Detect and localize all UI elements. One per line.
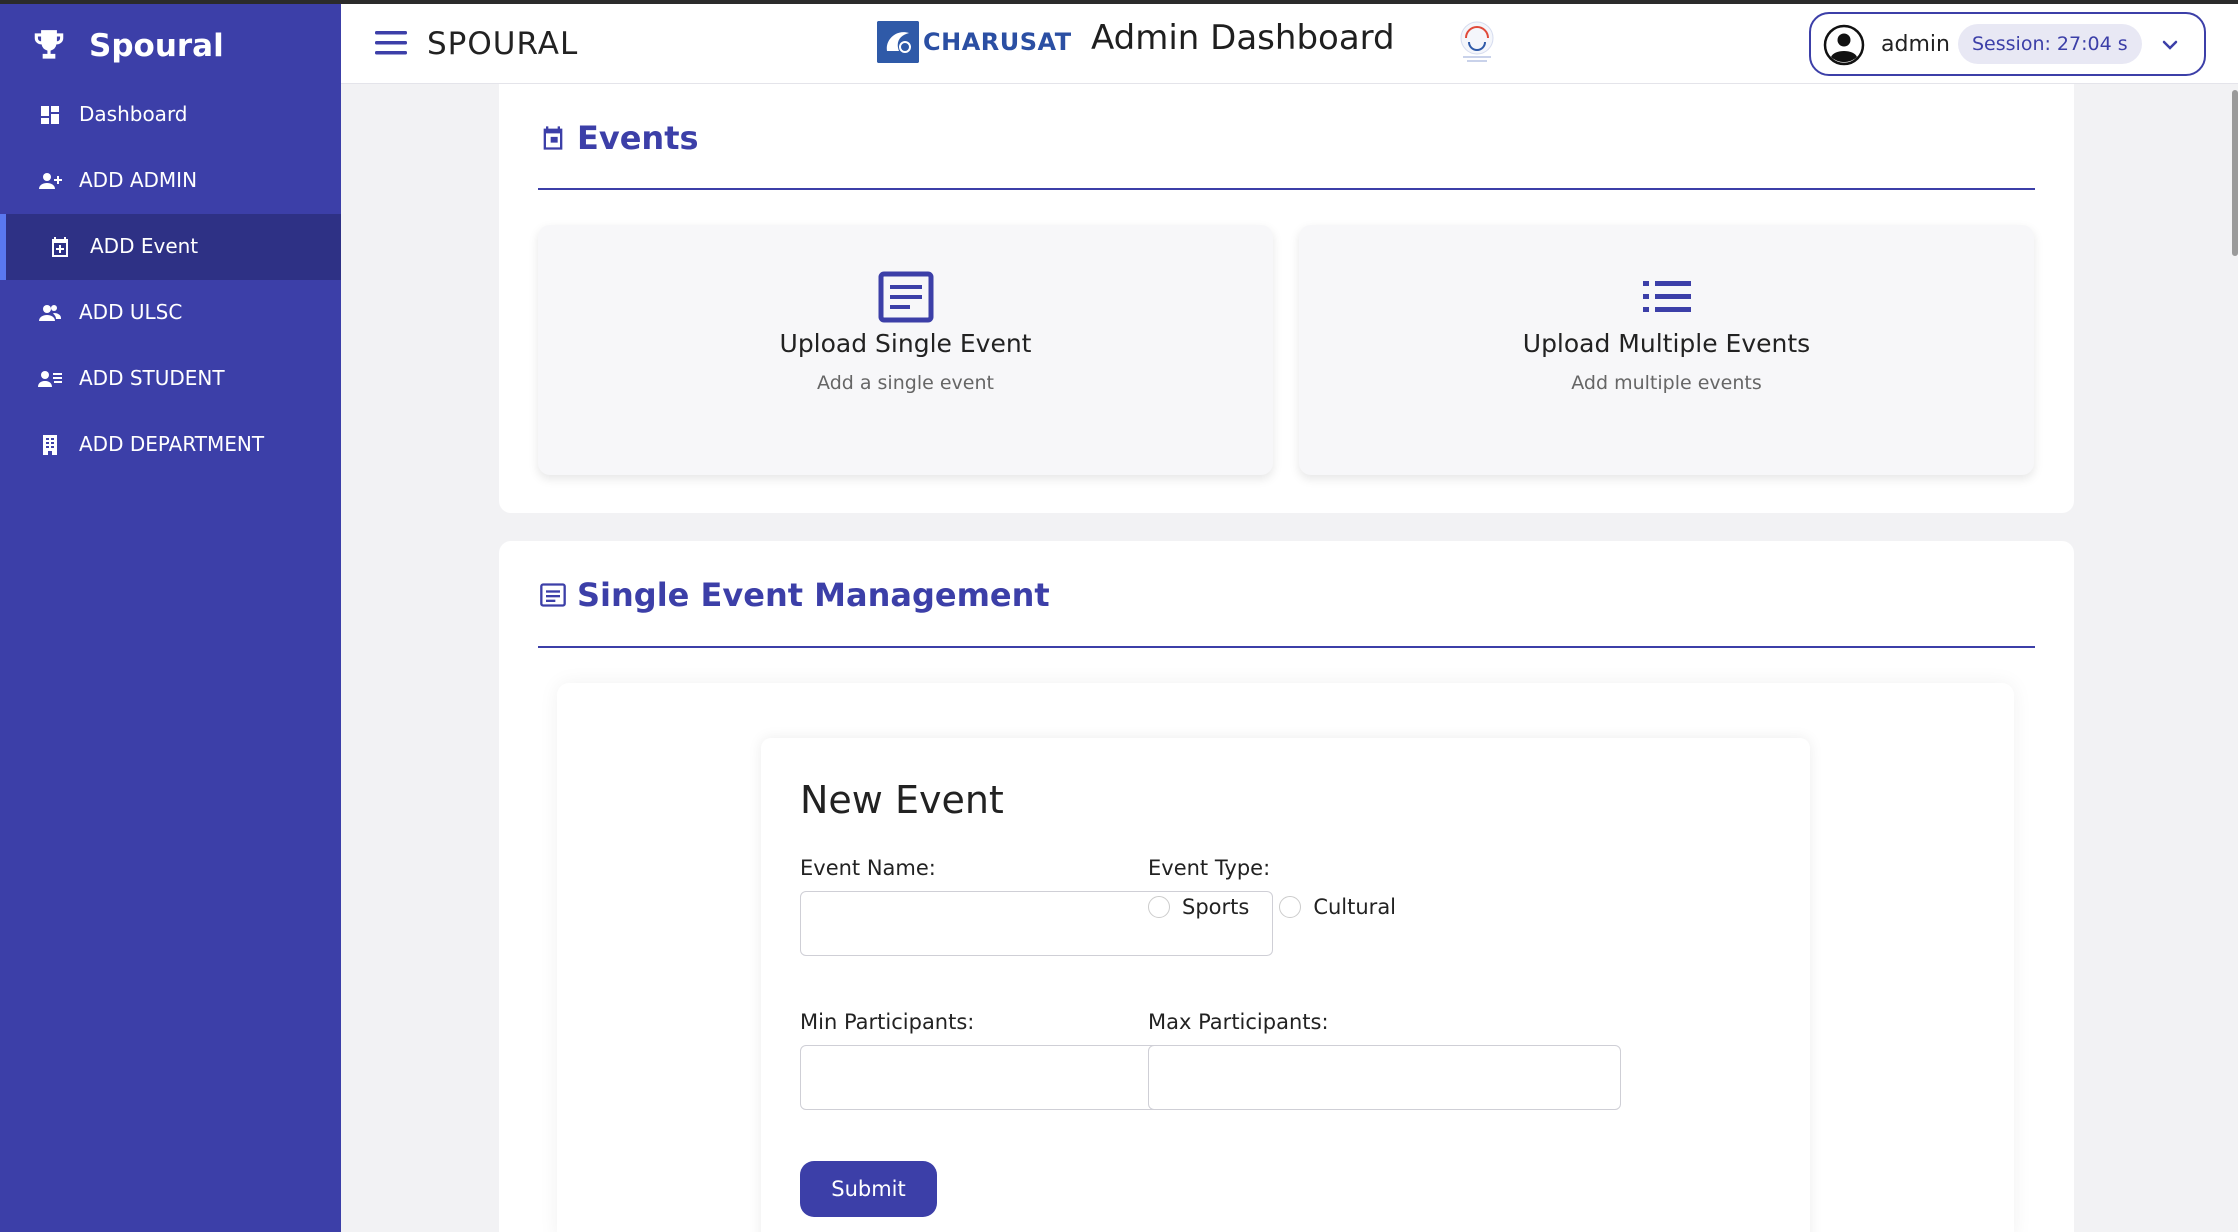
menu-icon[interactable] xyxy=(375,30,407,56)
sidebar-item-add-admin[interactable]: ADD ADMIN xyxy=(0,148,341,214)
list-icon xyxy=(1642,281,1691,312)
dashboard-icon xyxy=(41,106,59,124)
chevron-down-icon[interactable] xyxy=(2161,36,2179,54)
page-title: Admin Dashboard xyxy=(1091,18,1395,58)
article-icon xyxy=(540,583,566,607)
submit-button[interactable]: Submit xyxy=(800,1161,937,1217)
person-list-icon xyxy=(38,371,62,387)
option-subtitle: Add a single event xyxy=(817,372,994,394)
avatar-icon xyxy=(1823,24,1865,66)
user-menu[interactable]: admin Session: 27:04 s xyxy=(1809,12,2206,76)
ulsc-logo-icon xyxy=(1460,21,1494,62)
article-icon xyxy=(878,271,933,323)
top-header: SPOURAL CHARUSAT Admin Dashboard admin S… xyxy=(341,4,2238,84)
sidebar-item-label: ADD ADMIN xyxy=(79,168,198,192)
upload-multiple-events-option[interactable]: Upload Multiple Events Add multiple even… xyxy=(1299,225,2034,475)
sports-radio-label[interactable]: Sports xyxy=(1182,895,1249,919)
form-title: New Event xyxy=(800,778,1004,822)
single-event-management-card: Single Event Management New Event Event … xyxy=(499,541,2074,1232)
group-icon xyxy=(39,305,61,321)
brand-name: Spoural xyxy=(89,28,224,64)
events-title: Events xyxy=(577,119,699,157)
charusat-text: CHARUSAT xyxy=(923,28,1072,56)
upload-single-event-option[interactable]: Upload Single Event Add a single event xyxy=(538,225,1273,475)
charusat-logo: CHARUSAT xyxy=(877,21,1072,63)
form-container: New Event Event Name: Event Type: Sports… xyxy=(557,683,2014,1232)
event-type-radio-group: Sports Cultural xyxy=(1148,895,1426,919)
calendar-icon xyxy=(543,126,563,150)
calendar-add-icon xyxy=(52,237,68,257)
sidebar-item-add-student[interactable]: ADD STUDENT xyxy=(0,346,341,412)
sidebar-item-label: ADD STUDENT xyxy=(79,366,225,390)
sidebar-item-label: Dashboard xyxy=(79,102,188,126)
event-name-label: Event Name: xyxy=(800,856,936,880)
sidebar-item-add-ulsc[interactable]: ADD ULSC xyxy=(0,280,341,346)
sidebar-item-label: ADD ULSC xyxy=(79,300,183,324)
sidebar-item-add-department[interactable]: ADD DEPARTMENT xyxy=(0,412,341,478)
management-heading: Single Event Management xyxy=(539,576,1050,614)
option-subtitle: Add multiple events xyxy=(1571,372,1762,394)
management-title: Single Event Management xyxy=(577,576,1050,614)
event-type-label: Event Type: xyxy=(1148,856,1271,880)
events-heading: Events xyxy=(539,119,699,157)
session-badge: Session: 27:04 s xyxy=(1958,24,2142,64)
cultural-radio-label[interactable]: Cultural xyxy=(1313,895,1396,919)
option-title: Upload Multiple Events xyxy=(1522,329,1811,358)
trophy-icon xyxy=(34,30,64,59)
cultural-radio[interactable] xyxy=(1279,896,1302,918)
charusat-mark-icon xyxy=(877,21,919,63)
events-card: Events Upload Single Event Add a single … xyxy=(499,84,2074,513)
sidebar: Spoural Dashboard ADD ADMIN ADD Event AD… xyxy=(0,4,341,1232)
new-event-form: New Event Event Name: Event Type: Sports… xyxy=(761,738,1810,1232)
building-icon xyxy=(43,435,57,455)
sidebar-item-dashboard[interactable]: Dashboard xyxy=(0,82,341,148)
add-person-icon xyxy=(39,173,62,189)
max-participants-label: Max Participants: xyxy=(1148,1010,1329,1034)
management-divider xyxy=(538,646,2035,648)
sidebar-item-label: ADD DEPARTMENT xyxy=(79,432,265,456)
sidebar-item-add-event[interactable]: ADD Event xyxy=(0,214,341,280)
option-title: Upload Single Event xyxy=(779,329,1032,358)
page-scrollbar[interactable] xyxy=(2232,90,2238,256)
brand[interactable]: Spoural xyxy=(30,24,224,68)
sports-radio[interactable] xyxy=(1148,896,1170,918)
user-name: admin xyxy=(1881,32,1950,57)
max-participants-input[interactable] xyxy=(1148,1045,1621,1110)
sidebar-item-label: ADD Event xyxy=(90,234,199,258)
min-participants-label: Min Participants: xyxy=(800,1010,975,1034)
events-divider xyxy=(538,188,2035,190)
app-name: SPOURAL xyxy=(427,26,579,62)
